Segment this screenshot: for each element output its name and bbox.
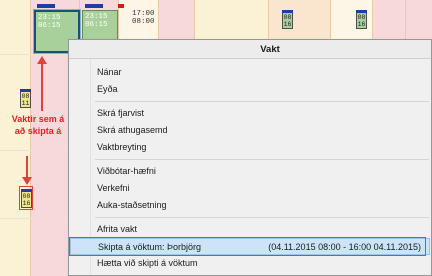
grid-line bbox=[30, 0, 31, 276]
shift-start-time: 17:00 bbox=[132, 10, 155, 18]
menu-separator bbox=[69, 98, 431, 105]
annotation-arrowhead bbox=[22, 177, 32, 185]
swap-shifts-label: Skipta á vöktum: Þorbjörg bbox=[98, 242, 202, 252]
shift-end-time: 06:15 bbox=[85, 21, 108, 29]
shift-mini-start: 08 bbox=[21, 93, 30, 100]
menu-separator bbox=[69, 214, 431, 221]
menu-item-delete[interactable]: Eyða bbox=[69, 81, 431, 98]
menu-item-details[interactable]: Nánar bbox=[69, 64, 431, 81]
menu-separator bbox=[69, 156, 431, 163]
menu-item-additional-skill[interactable]: Viðbótar-hæfni bbox=[69, 163, 431, 180]
grid-column bbox=[0, 0, 30, 276]
shift-mini-block[interactable]: 08 16 bbox=[356, 10, 367, 29]
shift-flag bbox=[37, 4, 55, 8]
menu-item-extra-location[interactable]: Auka-staðsetning bbox=[69, 197, 431, 214]
shift-mini-start: 08 bbox=[357, 14, 366, 21]
menu-item-register-comment[interactable]: Skrá athugasemd bbox=[69, 122, 431, 139]
shift-end-time: 08:00 bbox=[132, 18, 155, 26]
menu-item-copy-shift[interactable]: Afrita vakt bbox=[69, 221, 431, 238]
annotation-arrow-up bbox=[41, 63, 43, 111]
shift-start-time: 23:15 bbox=[85, 13, 108, 21]
annotation-label: Vaktir sem á að skipta á bbox=[11, 114, 65, 136]
context-menu-items: Nánar Eyða Skrá fjarvist Skrá athugasemd… bbox=[69, 64, 431, 272]
shift-mini-block[interactable]: 08 16 bbox=[21, 189, 32, 208]
shift-flag bbox=[85, 4, 103, 8]
shift-block[interactable]: 17:00 08:00 bbox=[130, 8, 160, 28]
annotation-arrowhead bbox=[37, 56, 47, 64]
shift-start-time: 23:15 bbox=[38, 14, 61, 22]
annotation-arrow-down bbox=[26, 156, 28, 178]
shift-mini-end: 11 bbox=[21, 100, 30, 107]
menu-item-cancel-swap[interactable]: Hætta við skipti á vöktum bbox=[69, 255, 431, 272]
shift-mini-start: 08 bbox=[283, 14, 292, 21]
menu-item-shift-change[interactable]: Vaktbreyting bbox=[69, 139, 431, 156]
shift-mini-end: 16 bbox=[22, 200, 31, 207]
shift-mini-block[interactable]: 08 16 bbox=[282, 10, 293, 29]
context-menu: Vakt Nánar Eyða Skrá fjarvist Skrá athug… bbox=[68, 39, 432, 276]
shift-end-time: 06:15 bbox=[38, 22, 61, 30]
shift-mini-start: 08 bbox=[22, 193, 31, 200]
menu-item-swap-shifts[interactable]: Skipta á vöktum: Þorbjörg (04.11.2015 08… bbox=[69, 237, 430, 256]
shift-mini-end: 16 bbox=[357, 21, 366, 28]
menu-item-register-absence[interactable]: Skrá fjarvist bbox=[69, 105, 431, 122]
menu-item-tasks[interactable]: Verkefni bbox=[69, 180, 431, 197]
context-menu-title: Vakt bbox=[69, 40, 431, 59]
shift-mini-block[interactable]: 08 11 bbox=[20, 89, 31, 108]
swap-shifts-detail: (04.11.2015 08:00 - 16:00 04.11.2015) bbox=[268, 242, 421, 252]
shift-flag bbox=[118, 4, 124, 8]
shift-mini-end: 16 bbox=[283, 21, 292, 28]
